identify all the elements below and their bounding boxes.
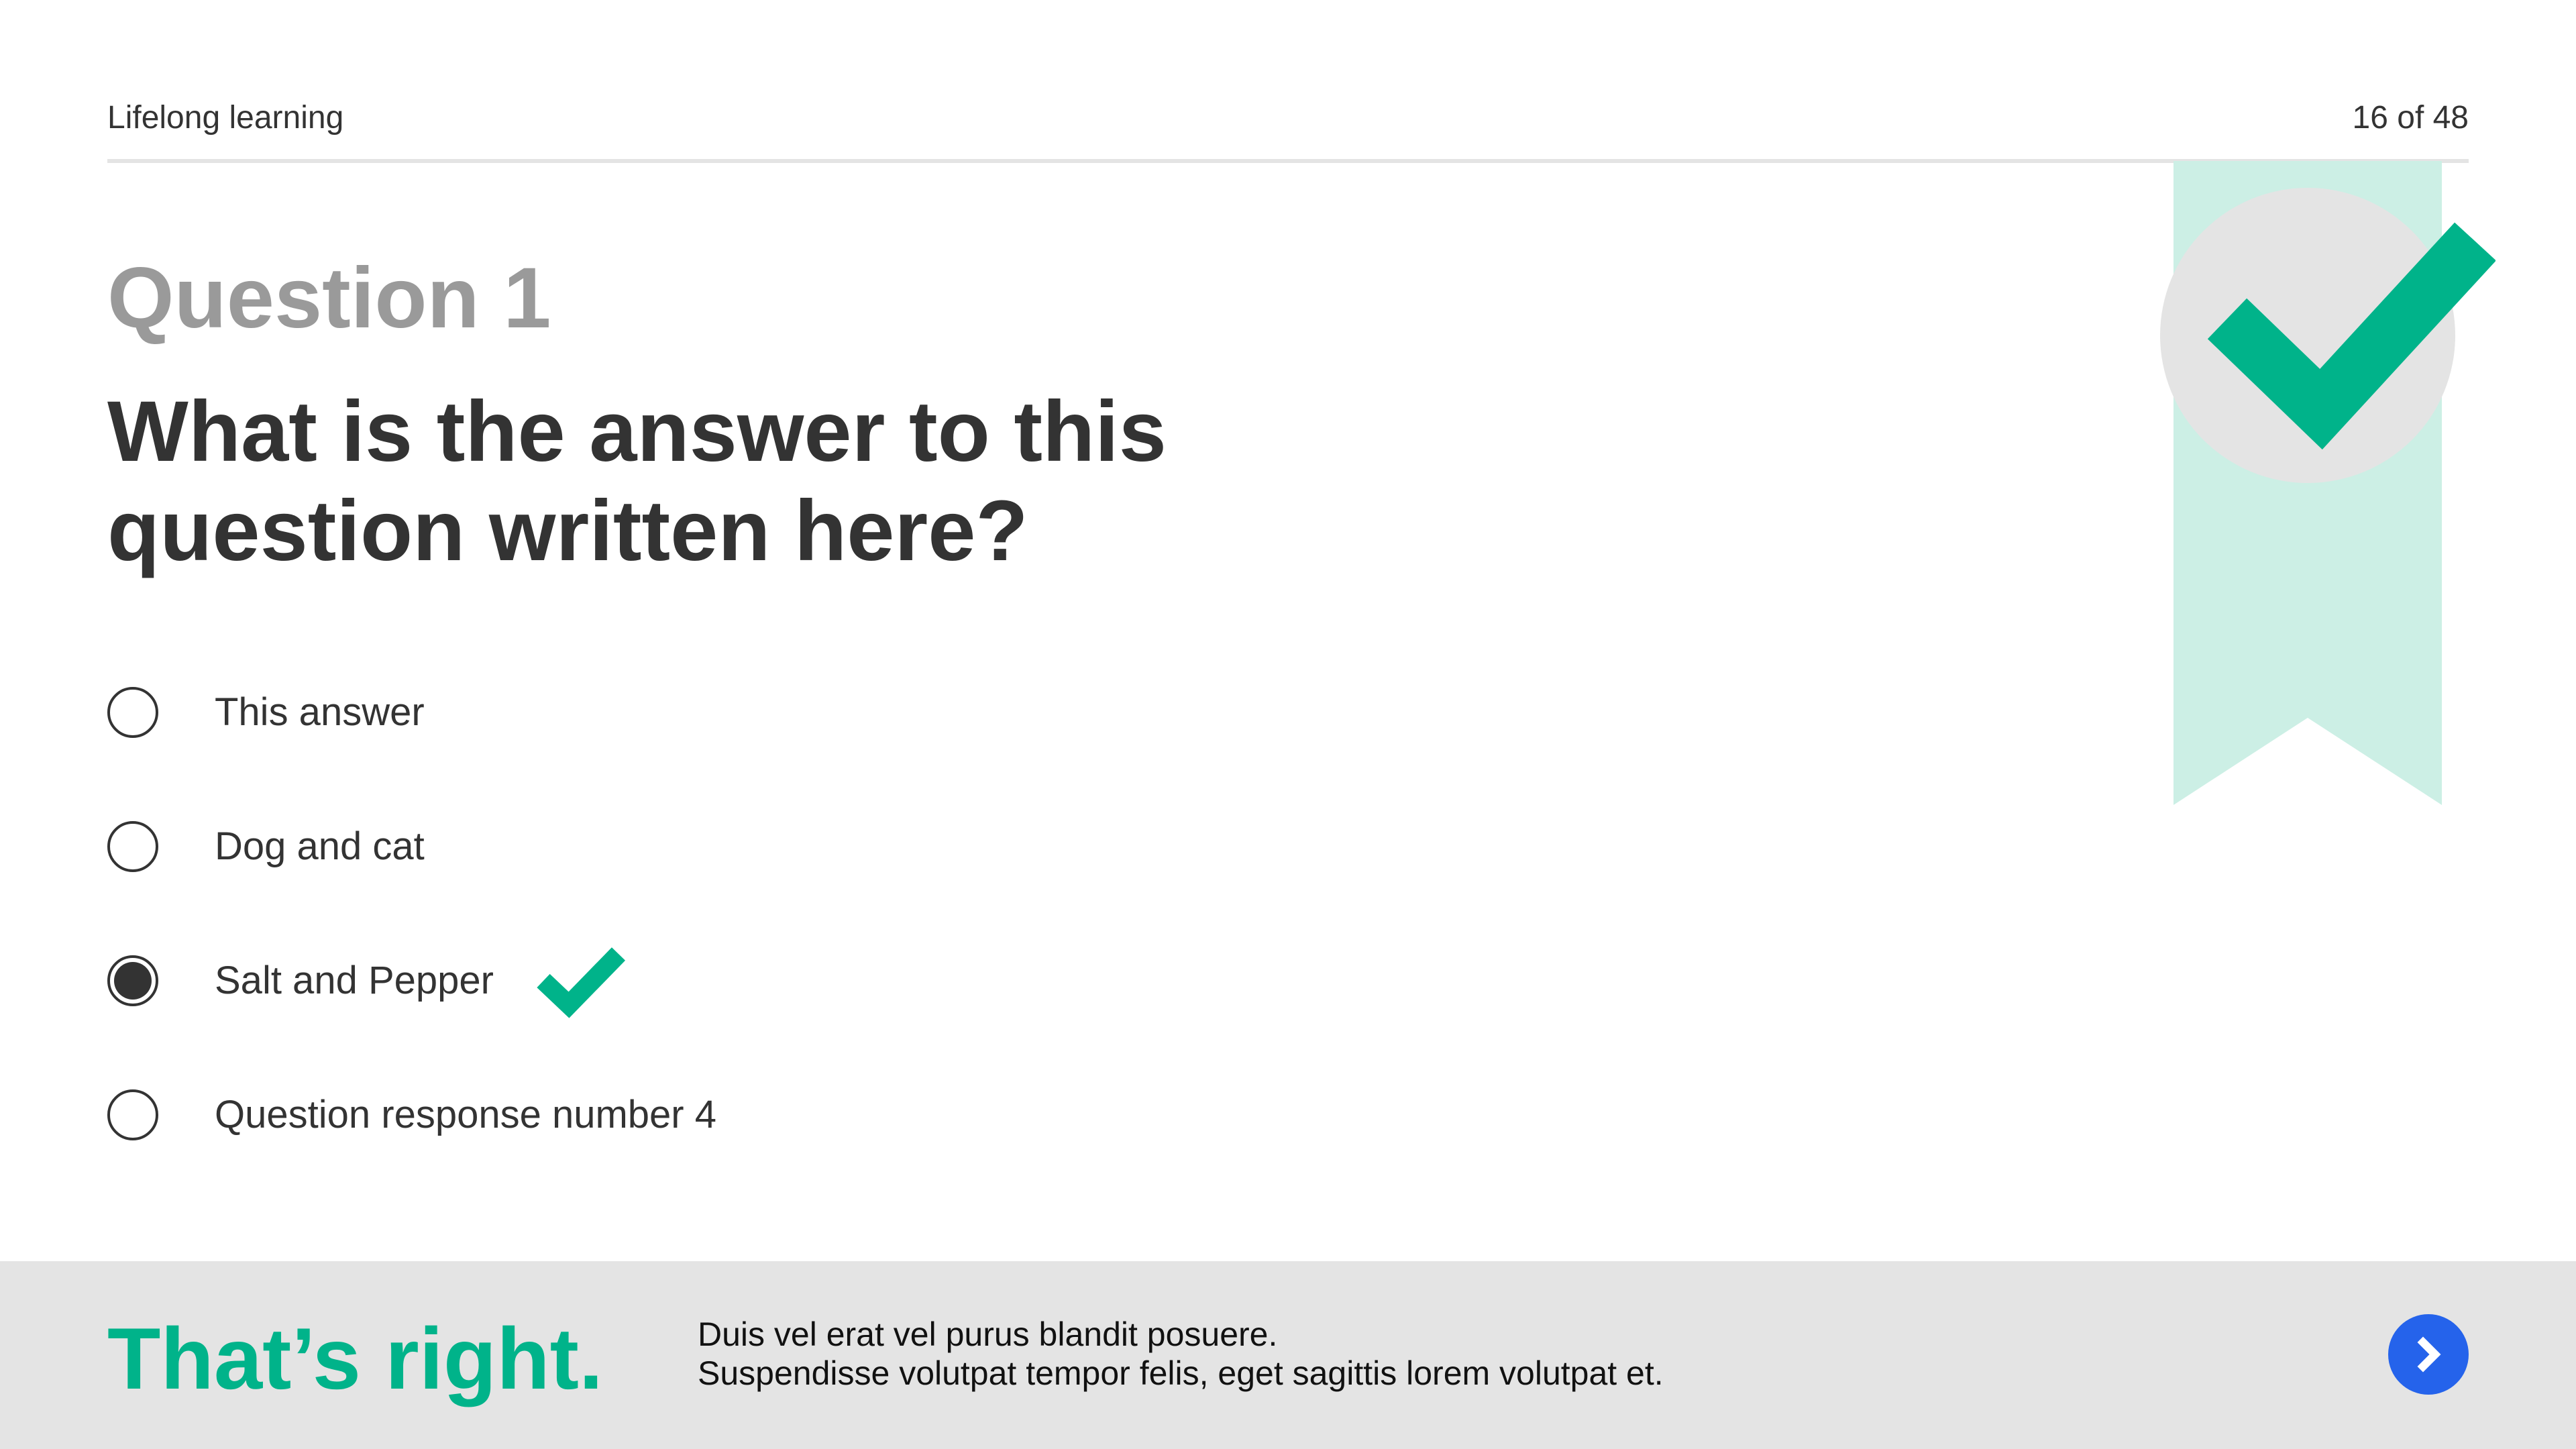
answer-option[interactable]: Question response number 4 [107, 1081, 716, 1148]
header-divider [107, 159, 2469, 163]
answer-label: Dog and cat [215, 824, 425, 868]
check-icon [2207, 222, 2496, 449]
next-button[interactable] [2388, 1314, 2469, 1395]
answer-options: This answer Dog and cat Salt and Pepper … [107, 679, 716, 1216]
answer-label: Salt and Pepper [215, 959, 494, 1002]
answer-label: This answer [215, 690, 425, 734]
radio-button[interactable] [107, 687, 158, 738]
answer-option-selected[interactable]: Salt and Pepper [107, 947, 716, 1018]
feedback-line: Suspendisse volutpat tempor felis, eget … [698, 1354, 1664, 1392]
radio-dot [114, 962, 152, 1000]
page-progress: 16 of 48 [2352, 100, 2469, 136]
radio-button[interactable] [107, 1089, 158, 1140]
question-number: Question 1 [107, 250, 551, 346]
answer-option[interactable]: Dog and cat [107, 813, 716, 880]
feedback-title: That’s right. [107, 1309, 604, 1407]
radio-button-selected[interactable] [107, 955, 158, 1006]
feedback-line: Duis vel erat vel purus blandit posuere. [698, 1316, 1278, 1353]
course-title: Lifelong learning [107, 100, 344, 136]
correct-check-icon [537, 947, 625, 1018]
answer-option[interactable]: This answer [107, 679, 716, 746]
question-text: What is the answer to this question writ… [107, 384, 1167, 579]
chevron-right-icon [2417, 1336, 2441, 1373]
answer-label: Question response number 4 [215, 1093, 716, 1136]
radio-button[interactable] [107, 821, 158, 872]
feedback-message: Duis vel erat vel purus blandit posuere.… [698, 1315, 2039, 1393]
